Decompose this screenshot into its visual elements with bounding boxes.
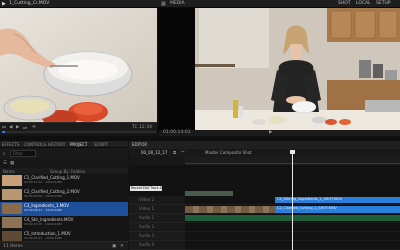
timeline-toolbar: 00_00_12_17 ⧉ ✂ Master Composite Shot — [129, 149, 400, 157]
source-frame-image — [0, 8, 158, 122]
timeline-clip-selected[interactable]: C4_Stirring_Ingredients_1_SHOT.MOV — [275, 197, 400, 203]
project-search-bar: ⌕ Filter — [0, 148, 128, 159]
clip-label: C4_Stirring_Ingredients_1_SHOT.MOV — [277, 197, 342, 201]
playhead-line[interactable] — [292, 152, 293, 250]
top-bar: ▶ 1_Cutting_Cr.MOV ▦ MEDIA SHOT LOCAL SE… — [0, 0, 400, 8]
timeline-timecode: 00_00_12_17 — [141, 150, 168, 155]
search-input[interactable]: Filter — [10, 150, 36, 157]
play-back-icon[interactable]: ◀ — [9, 125, 12, 130]
source-scrub-bar[interactable] — [2, 131, 156, 133]
source-scrub-handle[interactable] — [2, 131, 5, 133]
loop-icon[interactable]: ⟲ — [32, 125, 36, 130]
grid-view-icon[interactable]: ▦ — [10, 161, 14, 166]
tab-controls[interactable]: CONTROLS — [24, 142, 46, 147]
grid-icon[interactable]: ▦ — [161, 1, 166, 7]
timeline-tracks: Record Edit Track All Video 2 Video 1 Au… — [129, 165, 400, 250]
tab-project[interactable]: PROJECT — [70, 142, 87, 147]
track-header-video-2[interactable]: Video 2 — [129, 196, 185, 205]
timeline-clip-filmstrip[interactable] — [185, 206, 275, 213]
list-item[interactable]: C1_Clarified_Cutting_1.MOV 00:00:12:14 ·… — [0, 174, 128, 188]
record-viewer[interactable] — [159, 8, 400, 130]
left-viewer-tab[interactable]: 1_Cutting_Cr.MOV — [9, 1, 49, 6]
clip-thumbnail — [2, 203, 22, 214]
topbar-item-local[interactable]: LOCAL — [356, 1, 371, 6]
snap-icon[interactable]: ⧉ — [173, 150, 176, 156]
clip-details: 00:00:12:14 · 1920x1080 — [24, 180, 63, 184]
clip-details: 00:00:08:11 · 1920x1080 — [24, 208, 63, 212]
composite-label: Master Composite Shot — [205, 150, 252, 155]
timeline-header: EDITOR — [129, 141, 400, 149]
track-header-audio-4[interactable]: Audio 4 — [129, 241, 185, 250]
clip-thumbnail — [2, 175, 22, 186]
track-header-audio-2[interactable]: Audio 2 — [129, 223, 185, 232]
search-icon[interactable]: ⌕ — [3, 151, 6, 157]
clip-thumbnail — [2, 217, 22, 228]
list-item[interactable]: C4_Stir_Ingredients.MOV 00:00:07:05 · 19… — [0, 216, 128, 230]
razor-icon[interactable]: ✂ — [181, 150, 185, 155]
track-header-audio-3[interactable]: Audio 3 — [129, 232, 185, 241]
timeline-clip-blue[interactable]: C2_Clarified_Cutting_1_SHOT.MOV — [275, 206, 400, 213]
track-header-video-1[interactable]: Video 1 — [129, 205, 185, 214]
record-play-icon[interactable]: ▶ — [269, 130, 272, 135]
clip-details: 00:00:09:02 · 1920x1080 — [24, 194, 63, 198]
project-list: C1_Clarified_Cutting_1.MOV 00:00:12:14 ·… — [0, 174, 128, 242]
project-toolbar: ☰ ▦ — [0, 159, 128, 168]
record-timecode: 01:00:14:03 — [163, 130, 191, 135]
source-transport-bar: ⏮ ◀ ▶ ⏭ ⟲ TC 12:34 — [0, 122, 158, 134]
topbar-item-setup[interactable]: SETUP — [376, 1, 390, 6]
source-viewer[interactable] — [0, 8, 158, 122]
list-item[interactable]: C2_Clarified_Cutting_2.MOV 00:00:09:02 ·… — [0, 188, 128, 202]
track-header-audio-1[interactable]: Audio 1 — [129, 214, 185, 223]
clip-thumbnail — [2, 189, 22, 200]
play-icon[interactable]: ▶ — [16, 125, 19, 130]
record-frame-image — [159, 8, 400, 130]
play-icon[interactable]: ▶ — [2, 1, 6, 7]
search-placeholder: Filter — [13, 151, 23, 156]
list-item-selected[interactable]: C3_Ingredients_1.MOV 00:00:08:11 · 1920x… — [0, 202, 128, 216]
list-view-icon[interactable]: ☰ — [3, 161, 7, 166]
clip-label: C2_Clarified_Cutting_1_SHOT.MOV — [277, 206, 337, 210]
clip-details: 00:00:05:22 · 1920x1080 — [24, 236, 63, 240]
tab-editor[interactable]: EDITOR — [132, 142, 147, 147]
track-header-top — [129, 157, 185, 165]
item-count: 11 items — [3, 244, 23, 249]
project-footer: 11 items ▣ ✕ — [0, 241, 128, 250]
media-label[interactable]: MEDIA — [170, 1, 185, 6]
new-bin-icon[interactable]: ▣ — [112, 244, 116, 249]
clip-details: 00:00:07:05 · 1920x1080 — [24, 222, 63, 226]
record-edit-label: Record Edit Track All — [130, 186, 164, 191]
project-tabs: EFFECTS CONTROLS HISTORY PROJECT SCRIPT — [0, 141, 128, 148]
source-timecode: TC 12:34 — [132, 125, 153, 130]
tab-history[interactable]: HISTORY — [48, 142, 65, 147]
delete-icon[interactable]: ✕ — [120, 244, 124, 249]
tab-script[interactable]: SCRIPT — [94, 142, 108, 147]
topbar-item-shot[interactable]: SHOT — [338, 1, 351, 6]
tab-effects[interactable]: EFFECTS — [2, 142, 19, 147]
